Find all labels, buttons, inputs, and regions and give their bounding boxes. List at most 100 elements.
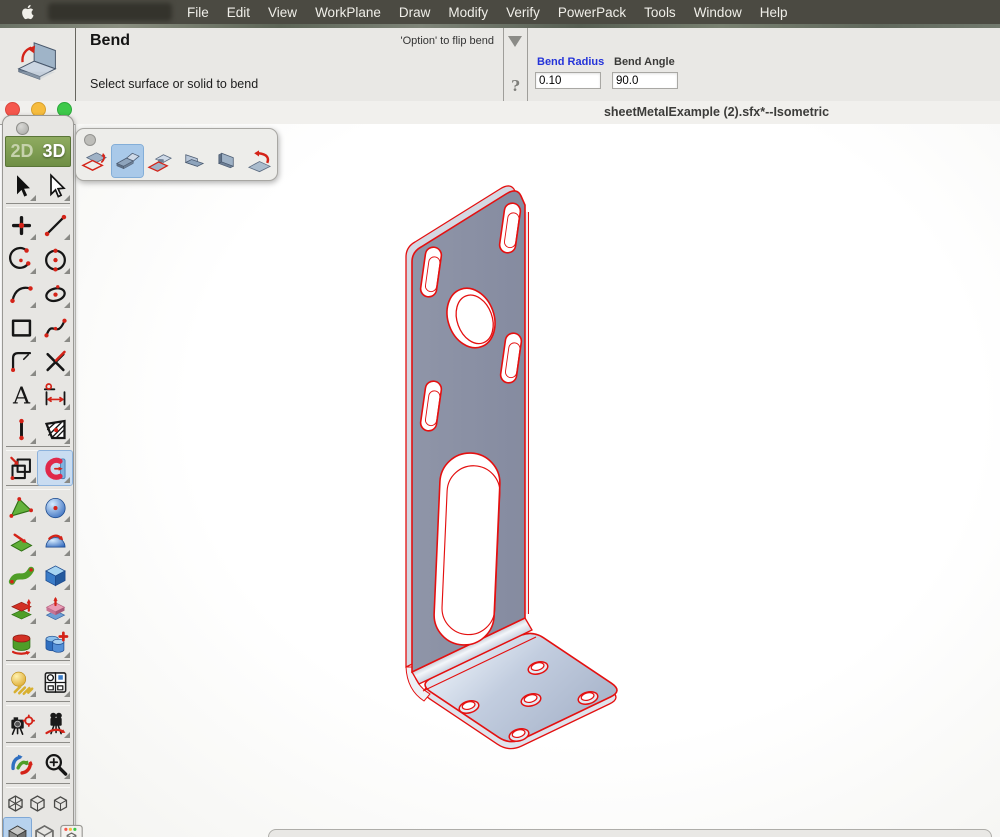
tool-segment[interactable] <box>4 412 38 446</box>
menu-tools[interactable]: Tools <box>635 5 685 20</box>
bend-angle-input[interactable] <box>612 72 678 89</box>
mini-palette-icon <box>58 822 85 837</box>
tool-palette: 2D 3D <box>2 115 74 837</box>
tool-line[interactable] <box>38 208 72 242</box>
tool-revolve-solid[interactable] <box>4 626 38 660</box>
tool-spline[interactable] <box>38 310 72 344</box>
view-wireframe[interactable] <box>27 788 50 818</box>
tool-render-material[interactable] <box>4 665 38 699</box>
menu-verify[interactable]: Verify <box>497 5 549 20</box>
revolve-icon <box>8 630 35 657</box>
tool-dimension[interactable] <box>38 378 72 412</box>
boolean-add-icon <box>42 630 69 657</box>
menu-powerpack[interactable]: PowerPack <box>549 5 635 20</box>
view-wireframe-full[interactable] <box>4 788 27 818</box>
tool-sweep-surface[interactable] <box>4 558 38 592</box>
tool-thicken[interactable] <box>38 592 72 626</box>
menu-file[interactable]: File <box>178 5 218 20</box>
current-tool-icon-box <box>0 28 76 101</box>
tool-circle[interactable] <box>38 242 72 276</box>
view-unshaded[interactable] <box>31 818 58 837</box>
menu-window[interactable]: Window <box>685 5 751 20</box>
help-icon[interactable]: ? <box>504 77 527 95</box>
tool-curve[interactable] <box>4 276 38 310</box>
point-icon <box>8 212 35 239</box>
app-name-blurred[interactable] <box>48 3 172 21</box>
tool-rectangle[interactable] <box>4 310 38 344</box>
tool-viewport-layout[interactable] <box>38 665 72 699</box>
tool-options-toolbar: Bend 'Option' to flip bend Select surfac… <box>0 28 1000 102</box>
closed-bend-icon <box>179 148 208 175</box>
tool-cube-solid[interactable] <box>38 558 72 592</box>
tool-text[interactable]: A <box>4 378 38 412</box>
apple-menu-icon[interactable] <box>21 4 36 20</box>
menu-workplane[interactable]: WorkPlane <box>306 5 390 20</box>
flange-icon <box>212 148 241 175</box>
cursor-icon <box>8 173 35 200</box>
mesh-surface-icon <box>8 494 35 521</box>
tool-hatch[interactable] <box>38 412 72 446</box>
tool-sphere[interactable] <box>38 490 72 524</box>
tool-zoom-in[interactable] <box>38 747 72 781</box>
bend-angle-label: Bend Angle <box>614 56 675 68</box>
tool-trim[interactable] <box>38 344 72 378</box>
background-window-edge[interactable] <box>268 829 992 837</box>
tool-bend[interactable] <box>112 145 143 177</box>
tool-render-camera[interactable] <box>4 706 38 740</box>
hatch-icon <box>42 416 69 443</box>
tool-select[interactable] <box>4 169 38 203</box>
model-viewport[interactable] <box>75 124 1000 837</box>
sphere-icon <box>42 494 69 521</box>
cursor-outline-icon <box>42 173 69 200</box>
mini-view-palette[interactable] <box>58 818 85 837</box>
unbend-icon <box>245 148 274 175</box>
rotate-view-icon <box>8 751 35 778</box>
tool-mesh-surface[interactable] <box>4 490 38 524</box>
tool-move-copy[interactable] <box>4 451 38 485</box>
menu-modify[interactable]: Modify <box>439 5 497 20</box>
tab-3d[interactable]: 3D <box>38 137 70 166</box>
sheet-metal-toolbar <box>75 128 278 181</box>
tool-unfold[interactable] <box>79 145 110 177</box>
view-shaded[interactable] <box>4 818 31 837</box>
wire-cube-icon <box>27 793 48 814</box>
tool-ellipse[interactable] <box>38 276 72 310</box>
sheet-metal-bend-icon <box>42 455 69 482</box>
svg-text:A: A <box>11 382 30 409</box>
tool-flange[interactable] <box>211 145 242 177</box>
tool-prompt: Select surface or solid to bend <box>90 77 258 91</box>
tool-fillet[interactable] <box>4 344 38 378</box>
menu-bar: File Edit View WorkPlane Draw Modify Ver… <box>0 0 1000 24</box>
tool-walkthrough-camera[interactable] <box>38 706 72 740</box>
jog-icon <box>146 148 175 175</box>
tool-point[interactable] <box>4 208 38 242</box>
view-wireframe-small[interactable] <box>49 788 72 818</box>
menu-edit[interactable]: Edit <box>218 5 259 20</box>
tool-dome-surface[interactable] <box>38 524 72 558</box>
menu-draw[interactable]: Draw <box>390 5 440 20</box>
sheet-metal-bracket[interactable] <box>76 124 1000 837</box>
document-title: sheetMetalExample (2).sfx*--Isometric <box>433 105 1000 119</box>
bend-radius-input[interactable] <box>535 72 601 89</box>
collapse-triangle-icon[interactable] <box>508 36 522 47</box>
tool-push-surface[interactable] <box>4 524 38 558</box>
rectangle-icon <box>8 314 35 341</box>
segment-icon <box>8 416 35 443</box>
tool-loft[interactable] <box>4 592 38 626</box>
menu-items: File Edit View WorkPlane Draw Modify Ver… <box>178 5 796 20</box>
tab-2d[interactable]: 2D <box>6 137 38 166</box>
tool-arc[interactable] <box>4 242 38 276</box>
curve-icon <box>8 280 35 307</box>
viewport-layout-icon <box>42 669 69 696</box>
tool-rotate-view[interactable] <box>4 747 38 781</box>
palette-close-icon[interactable] <box>16 122 29 135</box>
menu-help[interactable]: Help <box>751 5 797 20</box>
tool-jog[interactable] <box>145 145 176 177</box>
tool-select-open[interactable] <box>38 169 72 203</box>
palette-mode-tabs: 2D 3D <box>5 136 71 167</box>
tool-closed-bend[interactable] <box>178 145 209 177</box>
tool-sheet-metal-group[interactable] <box>38 451 72 485</box>
tool-boolean-add[interactable] <box>38 626 72 660</box>
tool-unbend[interactable] <box>244 145 275 177</box>
menu-view[interactable]: View <box>259 5 306 20</box>
